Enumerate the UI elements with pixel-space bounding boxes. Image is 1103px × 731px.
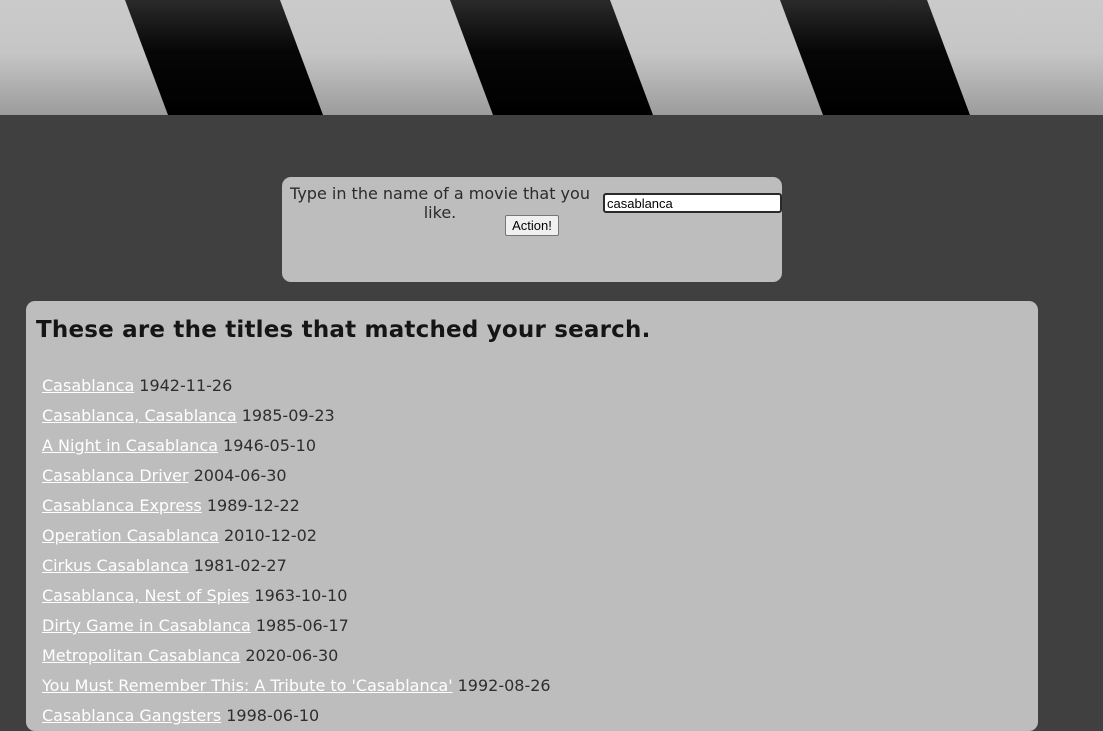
- movie-title-link[interactable]: A Night in Casablanca: [42, 436, 218, 455]
- movie-title-link[interactable]: Casablanca: [42, 376, 134, 395]
- release-date: 1942-11-26: [139, 376, 233, 395]
- search-row: Type in the name of a movie that you lik…: [282, 184, 782, 222]
- movie-title-link[interactable]: Dirty Game in Casablanca: [42, 616, 251, 635]
- movie-title-link[interactable]: Casablanca, Casablanca: [42, 406, 237, 425]
- release-date: 1985-06-17: [255, 616, 349, 635]
- list-item: Casablanca, Casablanca 1985-09-23: [42, 401, 1028, 431]
- movie-title-link[interactable]: You Must Remember This: A Tribute to 'Ca…: [42, 676, 453, 695]
- release-date: 1981-02-27: [193, 556, 287, 575]
- movie-title-link[interactable]: Casablanca Driver: [42, 466, 189, 485]
- release-date: 2020-06-30: [245, 646, 339, 665]
- list-item: Casablanca, Nest of Spies 1963-10-10: [42, 581, 1028, 611]
- list-item: Cirkus Casablanca 1981-02-27: [42, 551, 1028, 581]
- list-item: Casablanca Driver 2004-06-30: [42, 461, 1028, 491]
- results-panel: These are the titles that matched your s…: [26, 301, 1038, 731]
- movie-title-link[interactable]: Metropolitan Casablanca: [42, 646, 240, 665]
- list-item: Operation Casablanca 2010-12-02: [42, 521, 1028, 551]
- movie-title-link[interactable]: Cirkus Casablanca: [42, 556, 189, 575]
- release-date: 2004-06-30: [193, 466, 287, 485]
- results-heading: These are the titles that matched your s…: [36, 317, 651, 343]
- release-date: 1963-10-10: [254, 586, 348, 605]
- list-item: A Night in Casablanca 1946-05-10: [42, 431, 1028, 461]
- clapperboard-banner: [0, 0, 1103, 115]
- action-button[interactable]: Action!: [505, 215, 559, 236]
- movie-title-link[interactable]: Casablanca Gangsters: [42, 706, 221, 725]
- list-item: Casablanca Express 1989-12-22: [42, 491, 1028, 521]
- movie-search-input[interactable]: [603, 193, 782, 213]
- release-date: 1985-09-23: [241, 406, 335, 425]
- release-date: 1992-08-26: [457, 676, 551, 695]
- release-date: 1998-06-10: [226, 706, 320, 725]
- release-date: 1989-12-22: [206, 496, 300, 515]
- list-item: Metropolitan Casablanca 2020-06-30: [42, 641, 1028, 671]
- release-date: 1946-05-10: [223, 436, 317, 455]
- search-panel: Type in the name of a movie that you lik…: [282, 177, 782, 282]
- release-date: 2010-12-02: [223, 526, 317, 545]
- movie-title-link[interactable]: Casablanca Express: [42, 496, 202, 515]
- list-item: You Must Remember This: A Tribute to 'Ca…: [42, 671, 1028, 701]
- list-item: Casablanca 1942-11-26: [42, 371, 1028, 401]
- movie-title-link[interactable]: Casablanca, Nest of Spies: [42, 586, 249, 605]
- list-item: Casablanca Gangsters 1998-06-10: [42, 701, 1028, 731]
- movie-title-link[interactable]: Operation Casablanca: [42, 526, 219, 545]
- list-item: Dirty Game in Casablanca 1985-06-17: [42, 611, 1028, 641]
- results-list: Casablanca 1942-11-26 Casablanca, Casabla…: [42, 371, 1028, 731]
